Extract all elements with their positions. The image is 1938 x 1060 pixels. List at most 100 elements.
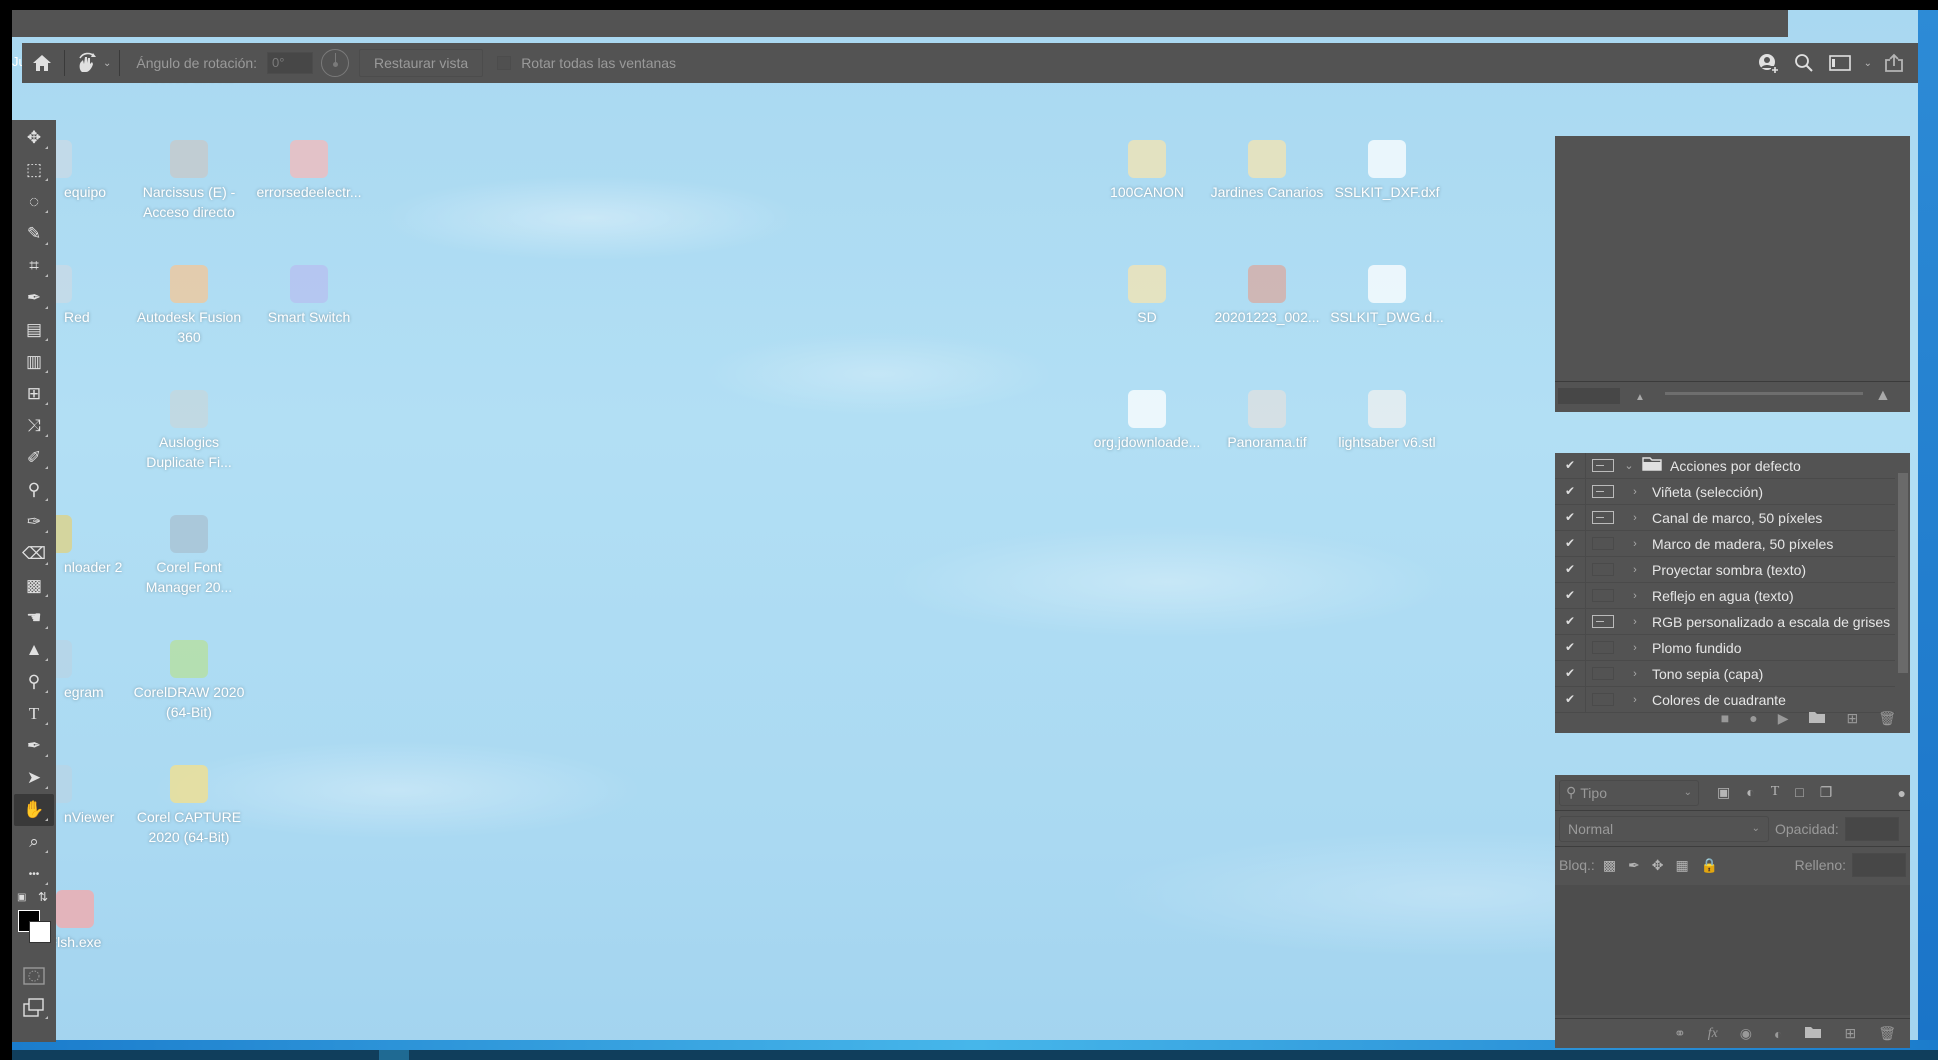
screen-mode-icon[interactable]	[14, 992, 54, 1024]
check-icon[interactable]: ✔	[1555, 505, 1586, 530]
action-row[interactable]: ✔ › Canal de marco, 50 píxeles	[1555, 505, 1895, 531]
dialog-toggle-icon[interactable]	[1592, 615, 1614, 628]
dialog-toggle-icon[interactable]	[1592, 511, 1614, 524]
action-row[interactable]: ✔ › Plomo fundido	[1555, 635, 1895, 661]
desktop-icon[interactable]: org.jdownloade...	[1088, 390, 1206, 452]
rectangular-marquee-tool[interactable]: ⬚	[14, 154, 54, 186]
action-row[interactable]: ✔ › Tono sepia (capa)	[1555, 661, 1895, 687]
clone-stamp-tool[interactable]: ⚲	[14, 474, 54, 506]
workspace-chevron-icon[interactable]: ⌄	[1864, 58, 1872, 69]
shape-filter-icon[interactable]: □	[1795, 784, 1803, 801]
sharpen-tool[interactable]: ▲	[14, 634, 54, 666]
share-user-icon[interactable]	[1754, 49, 1782, 77]
image-filter-icon[interactable]: ▣	[1717, 784, 1730, 801]
desktop-icon[interactable]: Narcissus (E) - Acceso directo	[130, 140, 248, 222]
home-icon[interactable]	[28, 49, 56, 77]
mask-icon[interactable]: ◉	[1740, 1025, 1752, 1042]
navigator-zoom-field[interactable]	[1558, 388, 1620, 404]
path-selection-tool[interactable]: ➤	[14, 762, 54, 794]
desktop-icon[interactable]: lightsaber v6.stl	[1328, 390, 1446, 452]
trash-icon[interactable]: 🗑	[1878, 710, 1896, 727]
rotate-view-icon[interactable]	[73, 49, 101, 77]
dialog-toggle-icon[interactable]	[1592, 589, 1614, 602]
chevron-right-icon[interactable]: ›	[1626, 616, 1644, 628]
desktop-icon[interactable]: Jardines Canarios	[1208, 140, 1326, 202]
check-icon[interactable]: ✔	[1555, 583, 1586, 608]
history-brush-tool[interactable]: ✑	[14, 506, 54, 538]
check-icon[interactable]: ✔	[1555, 557, 1586, 582]
more-tools[interactable]: •••	[14, 858, 54, 890]
action-set-row[interactable]: ✔ ⌄ Acciones por defecto	[1555, 453, 1895, 479]
new-layer-icon[interactable]: ⊞	[1844, 1025, 1856, 1042]
new-action-icon[interactable]: ⊞	[1846, 710, 1858, 727]
desktop-icon[interactable]: CorelDRAW 2020 (64-Bit)	[130, 640, 248, 722]
quick-mask-icon[interactable]	[14, 960, 54, 992]
lock-all-icon[interactable]: 🔒	[1701, 857, 1718, 874]
gradient-tool[interactable]: ▩	[14, 570, 54, 602]
desktop-icon[interactable]: Corel Font Manager 20...	[130, 515, 248, 597]
action-row[interactable]: ✔ › Proyectar sombra (texto)	[1555, 557, 1895, 583]
group-folder-icon[interactable]	[1804, 1025, 1822, 1042]
lock-transparency-icon[interactable]: ▩	[1603, 857, 1616, 874]
content-aware-move-tool[interactable]: ⤨	[14, 410, 54, 442]
action-row[interactable]: ✔ › Viñeta (selección)	[1555, 479, 1895, 505]
lasso-tool[interactable]: ◌	[14, 186, 54, 218]
desktop-icon[interactable]: Panorama.tif	[1208, 390, 1326, 452]
chevron-right-icon[interactable]: ›	[1626, 642, 1644, 654]
adjustment-filter-icon[interactable]: ◐	[1746, 784, 1754, 801]
desktop-icon[interactable]: Smart Switch	[250, 265, 368, 327]
check-icon[interactable]: ✔	[1555, 609, 1586, 634]
link-icon[interactable]: ⚭	[1674, 1025, 1686, 1042]
dialog-toggle-icon[interactable]	[1592, 537, 1614, 550]
blend-mode-select[interactable]: Normal ⌄	[1559, 815, 1769, 842]
smart-object-filter-icon[interactable]: ❐	[1820, 784, 1833, 801]
dialog-toggle-icon[interactable]	[1592, 459, 1614, 472]
filter-toggle-icon[interactable]: ●	[1898, 785, 1906, 801]
chevron-right-icon[interactable]: ›	[1626, 512, 1644, 524]
desktop-icon[interactable]: errorsedeelectr...	[250, 140, 368, 202]
rotate-view-tool[interactable]: ✋	[14, 794, 54, 826]
dialog-toggle-icon[interactable]	[1592, 641, 1614, 654]
lock-position-icon[interactable]: ✥	[1652, 857, 1664, 874]
chevron-right-icon[interactable]: ›	[1626, 590, 1644, 602]
zoom-tool[interactable]: ⌕	[14, 826, 54, 858]
share-icon[interactable]	[1880, 49, 1908, 77]
check-icon[interactable]: ✔	[1555, 453, 1586, 478]
trash-icon[interactable]: 🗑	[1878, 1025, 1896, 1042]
brush-tool[interactable]: ✐	[14, 442, 54, 474]
lock-artboard-icon[interactable]: ▦	[1676, 857, 1689, 874]
check-icon[interactable]: ✔	[1555, 661, 1586, 686]
folder-icon[interactable]	[1808, 710, 1826, 727]
check-icon[interactable]: ✔	[1555, 479, 1586, 504]
restore-view-button[interactable]: Restaurar vista	[359, 49, 484, 77]
dialog-toggle-icon[interactable]	[1592, 667, 1614, 680]
chevron-right-icon[interactable]: ›	[1626, 486, 1644, 498]
adjustment-icon[interactable]: ◐	[1774, 1026, 1782, 1042]
taskbar-button[interactable]	[379, 1050, 409, 1060]
smudge-tool[interactable]: ☚	[14, 602, 54, 634]
desktop-icon[interactable]: Autodesk Fusion 360	[130, 265, 248, 347]
zoom-in-icon[interactable]: ▲	[1875, 387, 1891, 405]
spot-healing-tool[interactable]: ▤	[14, 314, 54, 346]
play-icon[interactable]: ▶	[1778, 710, 1789, 727]
frame-tool[interactable]: ⊞	[14, 378, 54, 410]
rotate-all-windows-checkbox[interactable]	[497, 56, 512, 70]
fx-icon[interactable]: fx	[1708, 1026, 1718, 1042]
zoom-out-icon[interactable]: ▲	[1635, 392, 1645, 403]
action-row[interactable]: ✔ › RGB personalizado a escala de grises	[1555, 609, 1895, 635]
pen-tool[interactable]: ✒	[14, 730, 54, 762]
desktop-icon[interactable]: 100CANON	[1088, 140, 1206, 202]
chevron-right-icon[interactable]: ›	[1626, 564, 1644, 576]
search-icon[interactable]	[1790, 49, 1818, 77]
desktop-icon[interactable]: Auslogics Duplicate Fi...	[130, 390, 248, 472]
check-icon[interactable]: ✔	[1555, 635, 1586, 660]
record-icon[interactable]: ●	[1749, 710, 1757, 726]
chevron-down-icon[interactable]: ⌄	[103, 58, 111, 69]
type-filter-icon[interactable]: T	[1771, 784, 1780, 801]
dialog-toggle-icon[interactable]	[1592, 485, 1614, 498]
check-icon[interactable]: ✔	[1555, 531, 1586, 556]
desktop-icon[interactable]: SSLKIT_DXF.dxf	[1328, 140, 1446, 202]
stop-icon[interactable]: ■	[1721, 710, 1729, 726]
background-color-swatch[interactable]	[29, 921, 51, 943]
actions-scrollbar[interactable]	[1898, 473, 1908, 673]
